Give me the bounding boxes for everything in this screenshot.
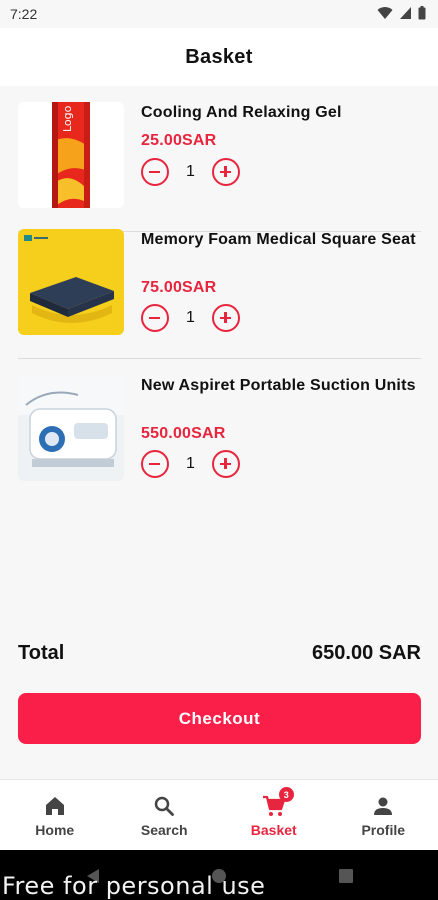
battery-icon xyxy=(418,6,426,20)
status-icons xyxy=(377,6,426,20)
increase-quantity-button[interactable] xyxy=(212,158,240,186)
home-icon xyxy=(45,797,64,815)
status-bar: 7:22 xyxy=(0,0,438,28)
product-image[interactable] xyxy=(18,229,124,335)
svg-text:Logo: Logo xyxy=(61,105,74,132)
nav-item-profile[interactable]: Profile xyxy=(329,780,438,850)
basket-item: New Aspiret Portable Suction Units 550.0… xyxy=(18,359,421,505)
search-icon xyxy=(155,796,175,816)
nav-item-search[interactable]: Search xyxy=(110,780,220,850)
wifi-icon xyxy=(377,7,393,20)
item-price: 25.00SAR xyxy=(141,132,217,149)
quantity-stepper: 1 xyxy=(141,304,240,332)
nav-item-basket[interactable]: 3 Basket xyxy=(219,780,329,850)
nav-label: Profile xyxy=(361,822,406,838)
nav-label: Search xyxy=(140,822,188,838)
bottom-nav: Home Search 3 Basket Profile xyxy=(0,779,438,850)
page-title: Basket xyxy=(185,45,253,68)
recents-icon[interactable] xyxy=(338,868,354,884)
quantity-stepper: 1 xyxy=(141,450,240,478)
app-bar: Basket xyxy=(0,28,438,86)
item-name: New Aspiret Portable Suction Units xyxy=(141,377,416,394)
decrease-quantity-button[interactable] xyxy=(141,450,169,478)
total-label: Total xyxy=(18,642,65,664)
increase-quantity-button[interactable] xyxy=(212,450,240,478)
nav-item-home[interactable]: Home xyxy=(0,780,110,850)
increase-quantity-button[interactable] xyxy=(212,304,240,332)
decrease-quantity-button[interactable] xyxy=(141,158,169,186)
cart-count-badge: 3 xyxy=(278,787,294,802)
total-row: Total 650.00 SAR xyxy=(18,642,421,665)
status-time: 7:22 xyxy=(10,6,38,22)
nav-label: Basket xyxy=(250,822,297,838)
basket-item: Memory Foam Medical Square Seat 75.00SAR… xyxy=(18,213,421,359)
basket-item: Logo Cooling And Relaxing Gel 25.00SAR 1 xyxy=(18,86,421,232)
quantity-value: 1 xyxy=(186,309,195,326)
total-value: 650.00 SAR xyxy=(312,642,421,664)
checkout-button[interactable]: Checkout xyxy=(18,693,421,744)
nav-label: Home xyxy=(35,822,75,838)
watermark-text: Free for personal use xyxy=(2,872,266,900)
quantity-stepper: 1 xyxy=(141,158,240,186)
item-price: 550.00SAR xyxy=(141,425,226,442)
person-icon xyxy=(374,797,393,815)
product-image[interactable]: Logo xyxy=(18,102,124,208)
product-image[interactable] xyxy=(18,375,124,481)
quantity-value: 1 xyxy=(186,455,195,472)
signal-icon xyxy=(400,7,411,19)
item-name: Memory Foam Medical Square Seat xyxy=(141,231,416,248)
cart-icon-wrapper: 3 xyxy=(262,787,294,818)
item-name: Cooling And Relaxing Gel xyxy=(141,104,342,121)
item-price: 75.00SAR xyxy=(141,279,217,296)
decrease-quantity-button[interactable] xyxy=(141,304,169,332)
quantity-value: 1 xyxy=(186,163,195,180)
